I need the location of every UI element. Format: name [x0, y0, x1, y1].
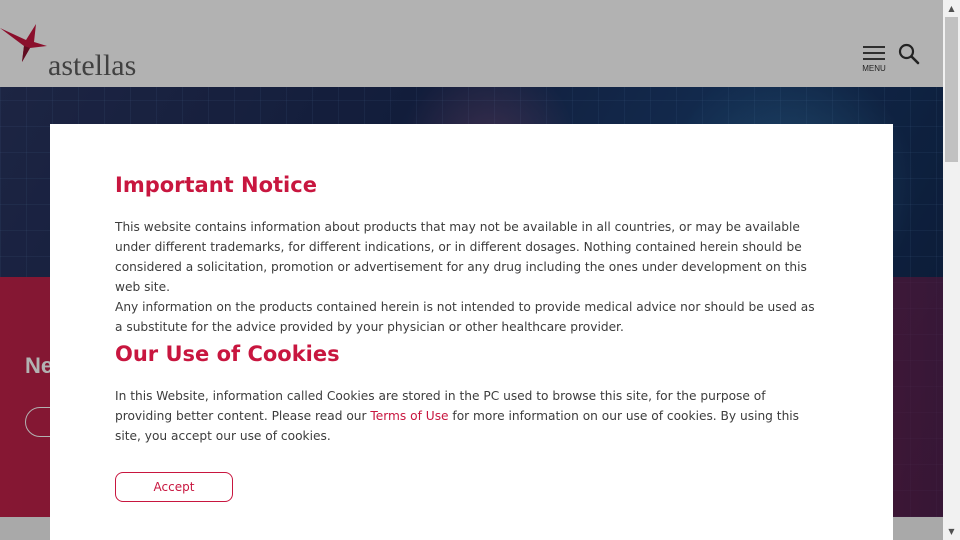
cookies-title: Our Use of Cookies — [115, 342, 340, 366]
scroll-up-arrow-icon[interactable]: ▲ — [943, 0, 960, 17]
notice-body: This website contains information about … — [115, 217, 825, 337]
terms-of-use-link[interactable]: Terms of Use — [370, 409, 448, 423]
accept-button[interactable]: Accept — [115, 472, 233, 502]
scroll-thumb[interactable] — [945, 17, 958, 162]
notice-paragraph: Any information on the products containe… — [115, 300, 815, 334]
cookies-body: In this Website, information called Cook… — [115, 386, 825, 446]
scroll-down-arrow-icon[interactable]: ▼ — [943, 523, 960, 540]
notice-title: Important Notice — [115, 173, 317, 197]
notice-paragraph: This website contains information about … — [115, 220, 807, 294]
vertical-scrollbar[interactable]: ▲ ▼ — [943, 0, 960, 540]
important-notice-modal: Important Notice This website contains i… — [50, 124, 893, 540]
